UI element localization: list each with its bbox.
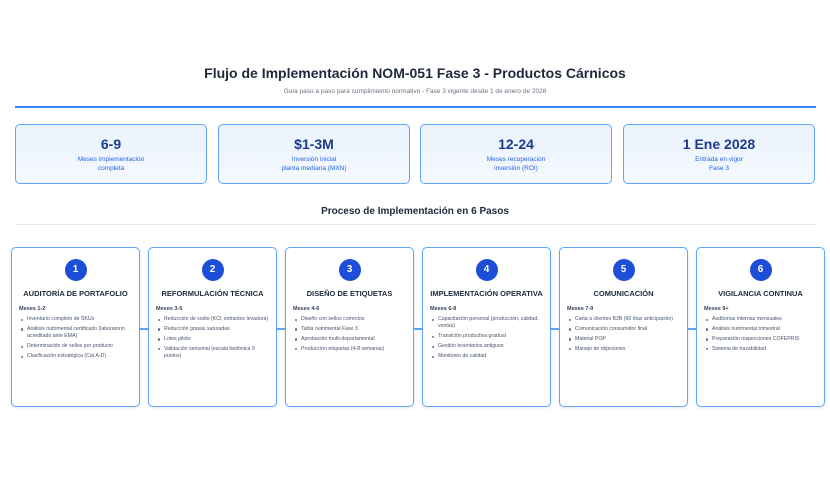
step-task: Tabla nutrimental Fase 3 [293, 326, 406, 333]
kpi-card-roi: 12-24 Meses recuperación inversión (ROI) [420, 124, 612, 184]
step-task: Clasificación estratégica (Cat A-D) [19, 353, 132, 360]
kpi-label-line: Fase 3 [709, 165, 729, 172]
step-months: Meses 9+ [704, 306, 729, 312]
step-task: Capacitación personal (producción, calid… [430, 316, 543, 331]
kpi-card-duration: 6-9 Meses implementación completa [15, 124, 207, 184]
step-task: Preparación inspecciones COFEPRIS [704, 336, 817, 343]
step-title: REFORMULACIÓN TÉCNICA [161, 289, 264, 298]
step-task: Sistema de trazabilidad [704, 346, 817, 353]
step-task: Transición productiva gradual [430, 333, 543, 340]
kpi-label-line: completa [97, 165, 125, 172]
kpi-label-line: planta mediana (MXN) [281, 165, 347, 172]
kpi-value: 6-9 [100, 136, 122, 152]
implementation-flow-page: Flujo de Implementación NOM-051 Fase 3 -… [0, 0, 830, 480]
step-task-list: Inventario completo de SKUs Análisis nut… [19, 316, 132, 360]
kpi-label-line: Meses implementación [77, 156, 145, 163]
step-months: Meses 6-8 [430, 306, 457, 312]
step-months: Meses 4-6 [293, 306, 320, 312]
step-task-list: Reducción de sodio (KCl, extractos levad… [156, 316, 269, 360]
step-task: Análisis nutrimental certificado (labora… [19, 326, 132, 341]
step-task: Reducción de sodio (KCl, extractos levad… [156, 316, 269, 323]
step-task: Comunicación consumidor final [567, 326, 680, 333]
step-title: VIGILANCIA CONTINUA [718, 289, 803, 298]
step-task-list: Carta a clientes B2B (60 días anticipaci… [567, 316, 680, 353]
process-title: Proceso de Implementación en 6 Pasos [321, 206, 509, 217]
step-task: Manejo de objeciones [567, 346, 680, 353]
kpi-value: 1 Ene 2028 [682, 136, 756, 152]
kpi-label-line: Meses recuperación [486, 156, 546, 163]
step-task: Análisis nutrimental trimestral [704, 326, 817, 333]
step-card-6: 6 VIGILANCIA CONTINUA Meses 9+ Auditoría… [696, 247, 825, 407]
kpi-label: Entrada en vigor Fase 3 [624, 155, 814, 173]
step-card-4: 4 IMPLEMENTACIÓN OPERATIVA Meses 6-8 Cap… [422, 247, 551, 407]
step-task: Aprobación multi-departamental [293, 336, 406, 343]
step-months: Meses 1-2 [19, 306, 46, 312]
kpi-label-line: Entrada en vigor [695, 156, 743, 163]
step-card-5: 5 COMUNICACIÓN Meses 7-9 Carta a cliente… [559, 247, 688, 407]
kpi-value: $1-3M [294, 136, 334, 152]
page-title: Flujo de Implementación NOM-051 Fase 3 -… [204, 65, 626, 81]
kpi-label: Meses implementación completa [16, 155, 206, 173]
step-task: Determinación de sellos por producto [19, 343, 132, 350]
step-number-badge: 1 [64, 259, 87, 281]
step-task-list: Diseño con sellos correctos Tabla nutrim… [293, 316, 406, 353]
page-subtitle: Guía paso a paso para cumplimiento norma… [283, 88, 547, 95]
kpi-value: 12-24 [498, 136, 534, 152]
step-task: Inventario completo de SKUs [19, 316, 132, 323]
step-months: Meses 7-9 [567, 306, 594, 312]
kpi-label-line: Inversión inicial [291, 156, 337, 163]
section-divider [15, 224, 816, 225]
step-number-badge: 3 [338, 259, 361, 281]
kpi-card-effective-date: 1 Ene 2028 Entrada en vigor Fase 3 [623, 124, 815, 184]
header-divider [15, 106, 816, 108]
step-number-badge: 2 [201, 259, 224, 281]
step-task: Gestión inventarios antiguos [430, 343, 543, 350]
step-months: Meses 3-5 [156, 306, 183, 312]
kpi-label: Inversión inicial planta mediana (MXN) [219, 155, 409, 173]
step-task: Diseño con sellos correctos [293, 316, 406, 323]
kpi-card-investment: $1-3M Inversión inicial planta mediana (… [218, 124, 410, 184]
step-card-3: 3 DISEÑO DE ETIQUETAS Meses 4-6 Diseño c… [285, 247, 414, 407]
step-task: Lotes piloto [156, 336, 269, 343]
step-title: DISEÑO DE ETIQUETAS [306, 289, 393, 298]
process-steps: 1 AUDITORÍA DE PORTAFOLIO Meses 1-2 Inve… [0, 247, 830, 412]
step-task: Carta a clientes B2B (60 días anticipaci… [567, 316, 680, 323]
step-title: COMUNICACIÓN [593, 289, 654, 298]
step-number-badge: 6 [749, 259, 772, 281]
step-task: Material POP [567, 336, 680, 343]
kpi-row: 6-9 Meses implementación completa $1-3M … [15, 124, 816, 185]
step-task-list: Auditorías internas mensuales Análisis n… [704, 316, 817, 353]
step-number-badge: 5 [612, 259, 635, 281]
step-task: Reducción grasas saturadas [156, 326, 269, 333]
step-card-1: 1 AUDITORÍA DE PORTAFOLIO Meses 1-2 Inve… [11, 247, 140, 407]
step-task: Validación sensorial (escala hedónica 9 … [156, 346, 269, 361]
kpi-label-line: inversión (ROI) [494, 165, 538, 172]
step-task: Producción etiquetas (4-8 semanas) [293, 346, 406, 353]
step-card-2: 2 REFORMULACIÓN TÉCNICA Meses 3-5 Reducc… [148, 247, 277, 407]
kpi-label: Meses recuperación inversión (ROI) [421, 155, 611, 173]
step-number-badge: 4 [475, 259, 498, 281]
step-task-list: Capacitación personal (producción, calid… [430, 316, 543, 360]
step-task: Auditorías internas mensuales [704, 316, 817, 323]
step-title: AUDITORÍA DE PORTAFOLIO [23, 289, 128, 298]
step-title: IMPLEMENTACIÓN OPERATIVA [430, 289, 543, 298]
step-task: Monitoreo de calidad [430, 353, 543, 360]
